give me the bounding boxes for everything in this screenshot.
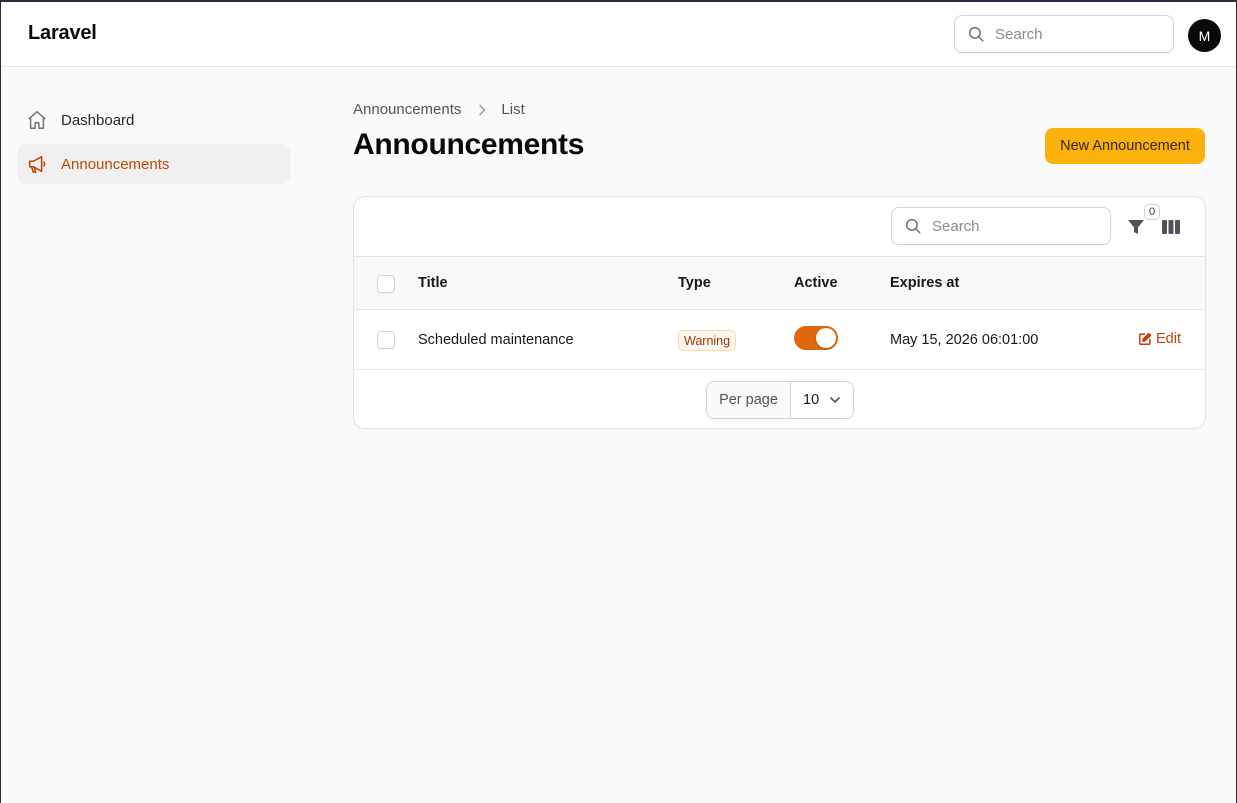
user-avatar[interactable]: M: [1188, 19, 1221, 52]
toggle-knob: [816, 328, 836, 348]
announcements-table: 0 Title Type Active Expires at Scheduled…: [353, 196, 1206, 429]
filter-icon[interactable]: [1126, 217, 1146, 237]
breadcrumb: Announcements List: [353, 101, 525, 118]
chevron-down-icon: [829, 394, 841, 410]
column-header-type[interactable]: Type: [678, 275, 711, 291]
app-window: Laravel M Dashboard Announcements Announ…: [0, 0, 1237, 803]
search-icon: [904, 217, 922, 235]
top-bar: Laravel M: [1, 2, 1236, 67]
sidebar-item-label: Announcements: [61, 155, 170, 173]
type-badge: Warning: [678, 330, 737, 351]
global-search-input[interactable]: [995, 25, 1155, 43]
chevron-right-icon: [477, 104, 487, 116]
row-checkbox[interactable]: [377, 331, 395, 349]
search-icon: [967, 25, 985, 43]
global-search[interactable]: [954, 15, 1174, 53]
select-all-checkbox[interactable]: [377, 275, 395, 293]
table-toolbar: 0: [354, 197, 1205, 257]
breadcrumb-link[interactable]: Announcements: [353, 101, 461, 118]
table-row[interactable]: Scheduled maintenance Warning May 15, 20…: [354, 310, 1205, 370]
home-icon: [26, 109, 48, 131]
table-search[interactable]: [891, 207, 1111, 245]
column-header-active[interactable]: Active: [794, 275, 838, 291]
brand-logo[interactable]: Laravel: [28, 22, 97, 45]
column-header-title[interactable]: Title: [418, 275, 448, 291]
table-header: Title Type Active Expires at: [354, 257, 1205, 310]
row-expires-at: May 15, 2026 06:01:00: [890, 332, 1039, 348]
per-page-value: 10: [803, 392, 820, 408]
active-toggle[interactable]: [794, 326, 838, 350]
sidebar-item-label: Dashboard: [61, 111, 135, 129]
sidebar: Dashboard Announcements: [17, 100, 290, 188]
table-search-input[interactable]: [932, 217, 1092, 235]
new-announcement-button[interactable]: New Announcement: [1045, 128, 1205, 164]
page-title: Announcements: [353, 128, 585, 161]
columns-icon[interactable]: [1161, 217, 1181, 237]
column-header-expires-at[interactable]: Expires at: [890, 275, 959, 291]
sidebar-item-announcements[interactable]: Announcements: [17, 144, 290, 184]
megaphone-icon: [26, 153, 48, 175]
per-page-label: Per page: [707, 382, 791, 418]
filter-count-badge: 0: [1144, 204, 1160, 220]
edit-label: Edit: [1156, 331, 1181, 347]
breadcrumb-current: List: [501, 101, 525, 118]
edit-button[interactable]: Edit: [1138, 331, 1181, 347]
per-page-dropdown[interactable]: 10: [791, 382, 853, 418]
per-page-select[interactable]: Per page 10: [706, 381, 854, 419]
edit-icon: [1138, 332, 1152, 346]
sidebar-item-dashboard[interactable]: Dashboard: [17, 100, 290, 140]
row-title: Scheduled maintenance: [418, 332, 574, 348]
